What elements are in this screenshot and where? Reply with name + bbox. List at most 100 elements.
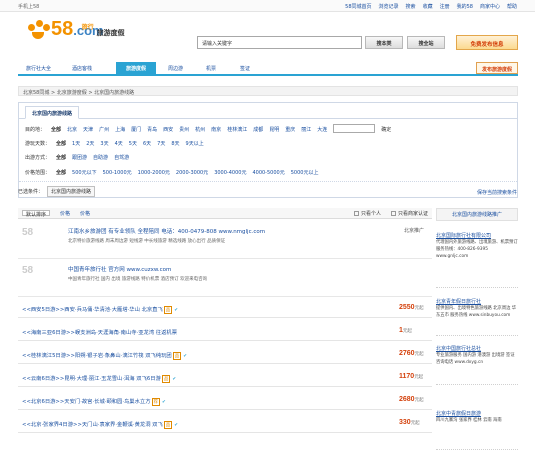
listing-row[interactable]: <<北京6日游>>天安门·故宫·长城·颐和园·鸟巢水立方荐 ✔ 2680元起 [18, 391, 432, 410]
listing-row[interactable]: <<云南6日游>>昆明·大理·丽江·玉龙雪山·洱海 双飞6日游品 ✔ 1170元起 [18, 368, 432, 387]
filter-option[interactable]: 1天 [72, 140, 80, 147]
listing-title[interactable]: <<桂林漓江5日游>>阳朔·银子岩·象鼻山·漓江竹筏 双飞纯玩团 [22, 353, 172, 359]
filter-option[interactable]: 500-1000元 [103, 169, 132, 176]
post-free-button[interactable]: 免费发布信息 [456, 35, 518, 50]
filter-option[interactable]: 大连 [317, 126, 327, 133]
top-link[interactable]: 我的58 [457, 3, 473, 10]
top-link[interactable]: 注册 [440, 3, 450, 10]
filter-all[interactable]: 全部 [56, 154, 66, 161]
filter-option[interactable]: 自助游 [93, 154, 108, 161]
side-ad-title[interactable]: 北京国际旅行社有限公司 [436, 232, 518, 239]
chosen-tag[interactable]: 北京国内旅游线路 [47, 186, 96, 197]
only-personal-checkbox[interactable]: 只看个人 [353, 210, 381, 217]
filter-all[interactable]: 全部 [56, 169, 66, 176]
filter-option[interactable]: 厦门 [131, 126, 141, 133]
nav-publish-button[interactable]: 发布旅游度假 [476, 62, 518, 74]
listing-row[interactable]: <<海南三亚6日游>>蜈支洲岛·天涯海角·南山寺·亚龙湾 往返机票 1元起 [18, 322, 432, 341]
top-link[interactable]: 帮助 [507, 3, 517, 10]
breadcrumb[interactable]: 北京58同城 > 北京旅游度假 > 北京国内旅游线路 [18, 86, 518, 96]
filter-option[interactable]: 4天 [115, 140, 123, 147]
filter-option[interactable]: 自驾游 [114, 154, 129, 161]
listing-title[interactable]: <<北京·张家界4日游>>天门山·袁家界·金鞭溪·黄龙洞 双飞 [22, 422, 163, 428]
ad-item[interactable]: 58 江南水乡旅游团 有专业领队 全程陪同 电话：400-0479-808 ww… [18, 221, 432, 259]
top-link[interactable]: 58同城首页 [345, 3, 371, 10]
filter-option[interactable]: 贵州 [179, 126, 189, 133]
filter-option[interactable]: 跟团游 [72, 154, 87, 161]
side-ad[interactable]: 北京国际旅行社有限公司 代理国内外旅游线路、出境旅游、机票预订 服务热线：400… [436, 232, 518, 288]
nav-item[interactable]: 周边游 [168, 65, 183, 72]
sort-select[interactable]: 默认排序 [22, 210, 51, 218]
dest-confirm-button[interactable]: 确定 [381, 126, 391, 133]
side-ad-desc: 专业旅游服务 国内游 港澳游 出境游 签证 咨询电话 www.dxyg.cn [436, 353, 515, 365]
top-link[interactable]: 商家中心 [480, 3, 500, 10]
filter-type-row: 出游方式： 全部 跟团游 自助游 自驾游 [25, 154, 129, 161]
side-ad[interactable]: 北京中青旅假日旅游 四川九寨沟 张家界 桂林 云南 海南 [436, 410, 518, 450]
side-ad-title[interactable]: 北京中青旅假日旅游 [436, 410, 518, 417]
filter-option[interactable]: 昆明 [269, 126, 279, 133]
filter-option[interactable]: 8天 [171, 140, 179, 147]
listing-row[interactable]: <<西安5日游>>西安·兵马俑·华清池·大雁塔·华山 北京直飞品 ✔ 2550元起 [18, 299, 432, 318]
ad-item[interactable]: 58 中国青年旅行社 官方网 www.cuzxw.com 中国青年旅行社 国内 … [18, 259, 432, 297]
dest-input[interactable] [333, 124, 376, 133]
listing-title[interactable]: <<北京6日游>>天安门·故宫·长城·颐和园·鸟巢水立方 [22, 399, 151, 405]
filter-option[interactable]: 杭州 [195, 126, 205, 133]
listing-title[interactable]: <<西安5日游>>西安·兵马俑·华清池·大雁塔·华山 北京直飞 [22, 307, 163, 313]
top-link[interactable]: 收藏 [423, 3, 433, 10]
filter-option[interactable]: 重庆 [285, 126, 295, 133]
filter-option[interactable]: 上海 [115, 126, 125, 133]
filter-option[interactable]: 1000-2000元 [138, 169, 170, 176]
site-logo[interactable]: 58.com 旅行 旅游度假 [28, 19, 125, 40]
filter-option[interactable]: 3天 [100, 140, 108, 147]
filter-option[interactable]: 7天 [157, 140, 165, 147]
side-ad[interactable]: 北京中国旅行社总社 专业旅游服务 国内游 港澳游 出境游 签证 咨询电话 www… [436, 345, 518, 385]
side-ad[interactable]: 北京青年假日旅行社 提供国内、出境特色旅游线路 北京周边 华东五市 服务热线 w… [436, 298, 518, 336]
nav-item[interactable]: 酒店客栈 [72, 65, 92, 72]
nav-item-active[interactable]: 旅游度假 [116, 62, 156, 76]
filter-option[interactable]: 南京 [211, 126, 221, 133]
filter-option[interactable]: 2000-3000元 [176, 169, 208, 176]
filter-all[interactable]: 全部 [51, 126, 61, 133]
filter-option[interactable]: 桂林漓江 [227, 126, 247, 133]
mobile-link[interactable]: 手机上58 [18, 3, 39, 10]
save-search-link[interactable]: 保存当前搜索条件 [477, 189, 517, 196]
filter-option[interactable]: 2天 [86, 140, 94, 147]
listing-title[interactable]: <<云南6日游>>昆明·大理·丽江·玉龙雪山·洱海 双飞6日游 [22, 376, 161, 382]
filter-option[interactable]: 西安 [163, 126, 173, 133]
listing-row[interactable]: <<北京·张家界4日游>>天门山·袁家界·金鞭溪·黄龙洞 双飞品 ✔ 330元起 [18, 414, 432, 433]
filter-option[interactable]: 5天 [129, 140, 137, 147]
filter-option[interactable]: 青岛 [147, 126, 157, 133]
listing-title[interactable]: <<海南三亚6日游>>蜈支洲岛·天涯海角·南山寺·亚龙湾 往返机票 [22, 330, 177, 336]
nav-item[interactable]: 旅行社大全 [26, 65, 51, 72]
filter-option[interactable]: 广州 [99, 126, 109, 133]
search-input[interactable]: 请输入关键字 [197, 36, 362, 49]
filter-option[interactable]: 北京 [67, 126, 77, 133]
filter-tab[interactable]: 北京国内旅游线路 [25, 106, 80, 119]
filter-option[interactable]: 5000元以上 [291, 169, 319, 176]
only-cert-checkbox[interactable]: 只看商家认证 [390, 210, 428, 217]
nav-item[interactable]: 签证 [240, 65, 250, 72]
sort-price-desc[interactable]: 价格 [80, 210, 90, 217]
sort-price-asc[interactable]: 价格 [60, 210, 70, 217]
filter-option[interactable]: 9天以上 [186, 140, 204, 147]
ad-title[interactable]: 江南水乡旅游团 有专业领队 全程陪同 电话：400-0479-808 www.n… [68, 227, 265, 235]
side-ad-title[interactable]: 北京中国旅行社总社 [436, 345, 518, 352]
side-ad-desc: 提供国内、出境特色旅游线路 北京周边 华东五市 服务热线 www.sinbuyo… [436, 306, 517, 318]
filter-all[interactable]: 全部 [56, 140, 66, 147]
side-header[interactable]: 北京国内旅游线路推广 [436, 208, 518, 221]
filter-option[interactable]: 4000-5000元 [252, 169, 284, 176]
nav-item[interactable]: 机票 [206, 65, 216, 72]
filter-option[interactable]: 成都 [253, 126, 263, 133]
listing-row[interactable]: <<桂林漓江5日游>>阳朔·银子岩·象鼻山·漓江竹筏 双飞纯玩团品 ✔ 2760元起 [18, 345, 432, 364]
filter-option[interactable]: 3000-4000元 [214, 169, 246, 176]
top-link[interactable]: 浏览记录 [379, 3, 399, 10]
filter-option[interactable]: 6天 [143, 140, 151, 147]
search-all-button[interactable]: 搜全站 [407, 36, 445, 49]
top-link[interactable]: 搜索 [406, 3, 416, 10]
ad-title[interactable]: 中国青年旅行社 官方网 www.cuzxw.com [68, 265, 171, 273]
search-category-button[interactable]: 搜本类 [365, 36, 403, 49]
side-ad-title[interactable]: 北京青年假日旅行社 [436, 298, 518, 305]
filter-option[interactable]: 丽江 [301, 126, 311, 133]
filter-option[interactable]: 500元以下 [72, 169, 97, 176]
filter-option[interactable]: 天津 [83, 126, 93, 133]
side-panel: 北京国内旅游线路推广 [436, 208, 518, 221]
